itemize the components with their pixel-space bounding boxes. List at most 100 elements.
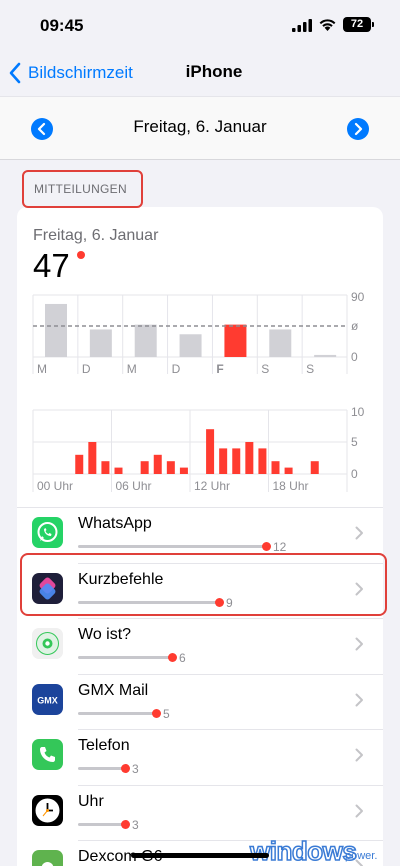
wifi-icon [319,19,336,31]
hourly-bar [75,454,84,474]
hourly-bar [153,454,162,474]
home-indicator[interactable] [131,853,269,858]
app-name: WhatsApp [78,515,152,532]
weekly-tick-label: D [82,362,91,374]
chevron-right-icon [355,693,363,706]
hourly-bar [114,467,123,474]
app-row-telefon[interactable]: Telefon 3 [17,729,383,785]
chevron-right-icon [354,122,363,136]
gmx-mail-icon: GMX [32,683,63,715]
hourly-tick-label: 12 Uhr [194,479,230,493]
chevron-right-icon [355,637,363,651]
notifications-total: 47 [33,247,70,284]
signal-icon [292,19,312,32]
weekly-y-tick: 90 [351,290,365,304]
battery-icon: 72 [343,17,374,32]
weekly-tick-label: M [127,362,137,374]
total-indicator-dot [77,251,85,259]
app-usage-bar [78,711,156,715]
weekly-bar [134,324,157,357]
hourly-bar [140,461,149,474]
app-name: GMX Mail [78,681,149,699]
app-notification-count: 12 [273,540,287,554]
weekly-bar [45,303,67,357]
app-notification-count: 6 [179,651,186,665]
hourly-bar [166,461,175,474]
app-usage-dot [121,764,130,773]
hourly-bar [101,461,110,474]
row-separator [78,784,383,786]
weekly-bar [179,334,202,357]
app-name: Telefon [78,737,130,754]
weekly-bar [89,329,112,357]
weekly-tick-label: M [37,362,47,374]
whatsapp-icon [32,517,63,548]
notifications-card: Freitag, 6. Januar 47 M D M D F S S 90 ø 0 00 Uhr… [17,207,383,866]
app-usage-dot [152,708,161,718]
weekly-y-tick: ø [351,319,359,333]
hourly-bar [245,442,254,474]
app-usage-bar [78,545,266,548]
hourly-bar [219,448,228,474]
app-usage-bar [78,656,172,659]
dexcom-icon [32,850,63,866]
watermark-logo: windows [249,835,357,866]
find-my-icon [32,628,63,659]
highlight-frame [20,553,387,616]
summary-date: Freitag, 6. Januar [33,227,159,244]
phone-icon [32,739,63,770]
weekly-tick-label: F [216,362,223,374]
weekly-tick-label: S [261,362,269,374]
row-separator [78,618,383,619]
row-separator [78,673,383,675]
weekly-bar [224,324,247,357]
hourly-bar [271,461,280,474]
hourly-bar [232,448,241,474]
hourly-y-tick: 0 [351,467,358,481]
selected-date: Freitag, 6. Januar [133,117,267,136]
watermark-suffix: power. [345,850,378,862]
svg-text:GMX: GMX [37,695,58,705]
row-separator [17,507,383,508]
hourly-bar [179,467,188,474]
hourly-bar [206,429,215,474]
app-name: Uhr [78,792,104,810]
status-time: 09:45 [40,16,84,35]
hourly-y-tick: 5 [351,435,358,449]
app-usage-dot [121,819,130,829]
status-bar: 09:45 72 [0,0,400,52]
row-separator [78,729,383,730]
app-usage-dot [262,542,271,551]
weekly-tick-label: S [306,362,314,374]
app-row-uhr[interactable]: Uhr 3 [17,784,383,841]
app-usage-dot [168,653,177,662]
hourly-tick-label: 18 Uhr [273,479,309,493]
chevron-right-icon [355,804,363,817]
navigation-bar: Bildschirmzeit iPhone [0,52,400,96]
app-row-gmx-mail[interactable]: GMX GMX Mail 5 [17,673,383,730]
chevron-right-icon [355,748,363,762]
weekly-y-tick: 0 [351,350,358,364]
next-day-button[interactable] [347,118,369,140]
weekly-notifications-chart[interactable]: M D M D F S S 90 ø 0 [17,289,383,374]
app-notification-count: 3 [132,762,139,776]
hourly-bar [310,461,319,474]
hourly-y-tick: 10 [351,405,365,419]
clock-icon [32,794,63,826]
hourly-bar [88,442,97,474]
weekly-bar [269,329,292,357]
hourly-bar [258,448,267,474]
hourly-tick-label: 00 Uhr [37,479,73,493]
hourly-bar [284,467,293,474]
date-selector: Freitag, 6. Januar [0,96,400,160]
section-header-mitteilungen: MITTEILUNGEN [22,170,143,208]
chevron-right-icon [355,526,363,540]
page-title: iPhone [185,62,243,81]
app-notification-count: 5 [163,706,170,721]
app-row-wo-ist[interactable]: Wo ist? 6 [17,618,383,674]
hourly-tick-label: 06 Uhr [116,479,152,493]
hourly-notifications-chart[interactable]: 00 Uhr 06 Uhr 12 Uhr 18 Uhr 10 5 0 [17,404,383,499]
app-usage-bar [78,822,125,826]
weekly-tick-label: D [172,362,181,374]
app-name: Wo ist? [78,626,132,643]
